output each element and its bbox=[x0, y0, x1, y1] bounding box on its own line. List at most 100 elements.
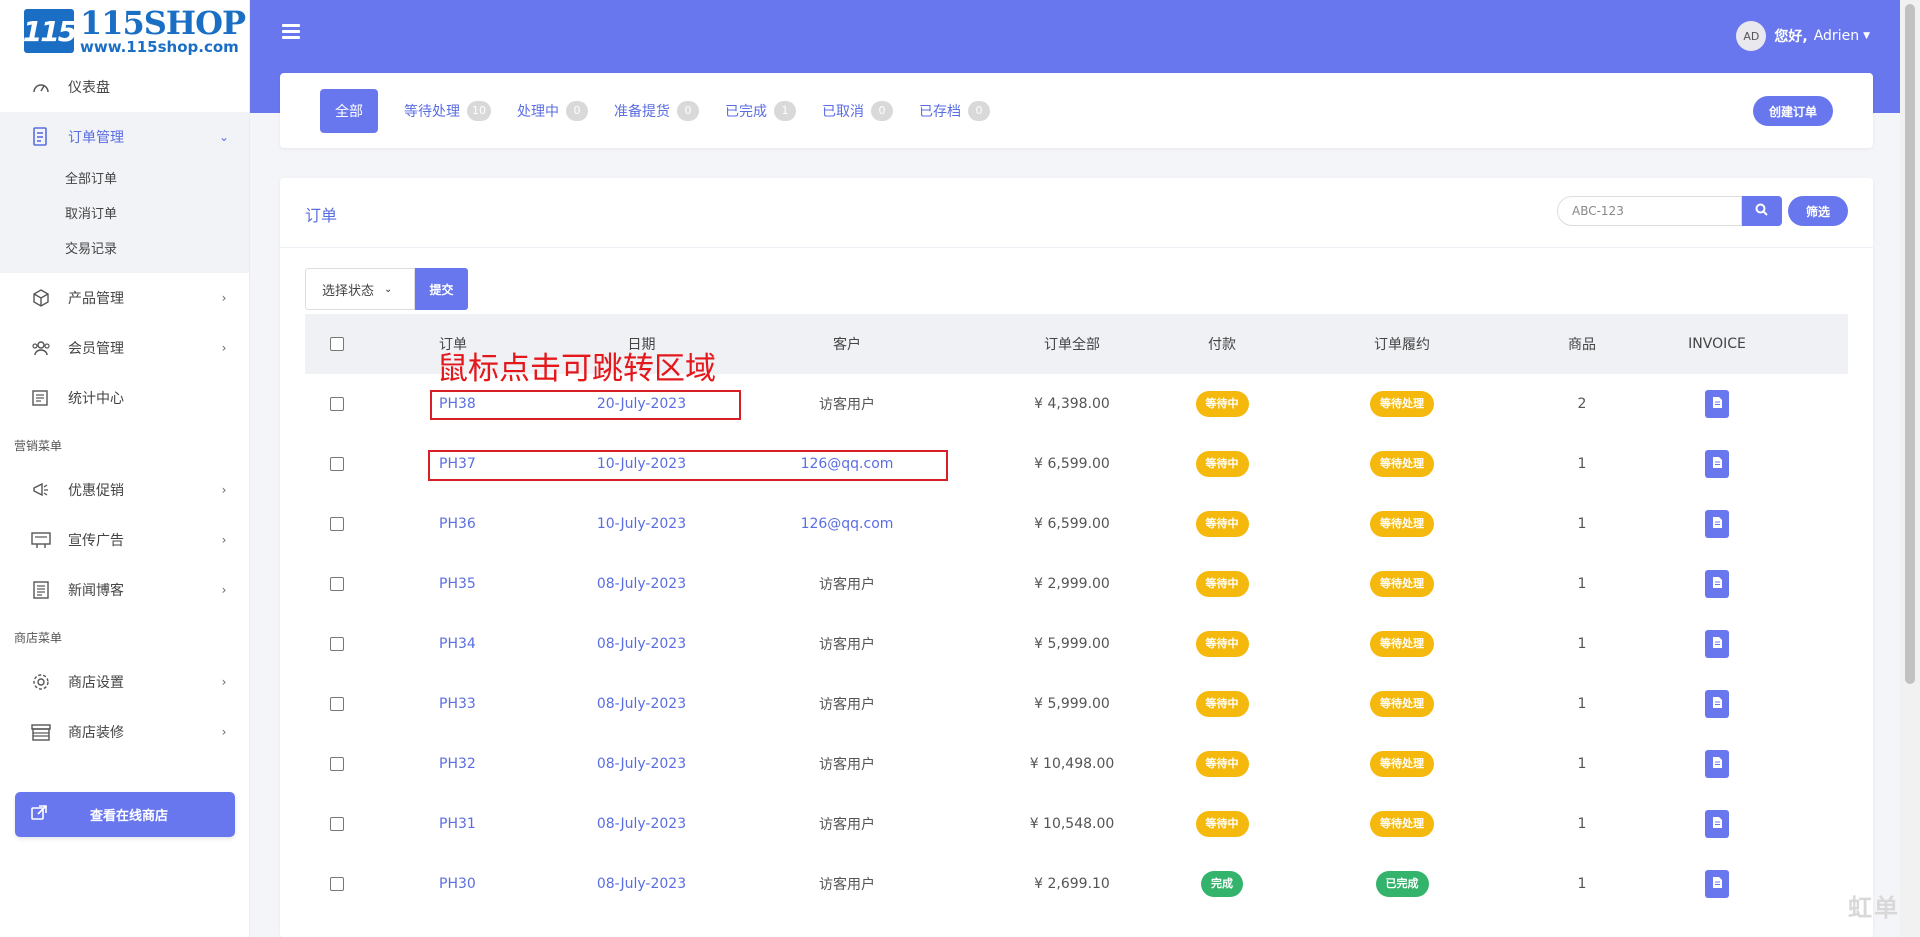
submit-button[interactable]: 提交 bbox=[415, 268, 468, 310]
sidebar-item-shop-decor[interactable]: 商店装修 › bbox=[0, 707, 249, 757]
tab-label: 已取消 bbox=[822, 103, 864, 120]
invoice-button[interactable] bbox=[1705, 390, 1729, 418]
order-id-link[interactable]: PH30 bbox=[439, 876, 476, 892]
user-menu[interactable]: AD 您好, Adrien ▼ bbox=[1736, 21, 1870, 51]
search-button[interactable] bbox=[1741, 196, 1782, 226]
sidebar-item-ads[interactable]: 宣传广告 › bbox=[0, 515, 249, 565]
sidebar-item-orders[interactable]: 订单管理 ⌄ bbox=[0, 112, 249, 162]
tab-pending[interactable]: 等待处理 10 bbox=[404, 89, 491, 133]
status-select[interactable]: 选择状态 ⌄ bbox=[305, 268, 415, 310]
row-checkbox[interactable] bbox=[330, 397, 344, 411]
fulfillment-status-badge: 等待处理 bbox=[1370, 571, 1434, 597]
order-id-link[interactable]: PH35 bbox=[439, 576, 476, 592]
row-checkbox[interactable] bbox=[330, 877, 344, 891]
sidebar-item-dashboard[interactable]: 仪表盘 bbox=[0, 62, 249, 112]
order-id-link[interactable]: PH34 bbox=[439, 636, 476, 652]
sidebar-subitem-all-orders[interactable]: 全部订单 bbox=[0, 162, 249, 197]
row-checkbox[interactable] bbox=[330, 757, 344, 771]
sidebar-item-promotions[interactable]: 优惠促销 › bbox=[0, 465, 249, 515]
tab-completed[interactable]: 已完成 1 bbox=[725, 89, 796, 133]
logo[interactable]: 115 115SHOP www.115shop.com bbox=[0, 0, 249, 62]
invoice-button[interactable] bbox=[1705, 870, 1729, 898]
column-header-fulfillment: 订单履约 bbox=[1374, 337, 1430, 353]
sidebar-item-shop-settings[interactable]: 商店设置 › bbox=[0, 657, 249, 707]
invoice-button[interactable] bbox=[1705, 570, 1729, 598]
sidebar-item-label: 新闻博客 bbox=[68, 583, 124, 599]
tab-cancelled[interactable]: 已取消 0 bbox=[822, 89, 893, 133]
sidebar-item-products[interactable]: 产品管理 › bbox=[0, 273, 249, 323]
fulfillment-status-badge: 等待处理 bbox=[1370, 391, 1434, 417]
order-id-link[interactable]: PH32 bbox=[439, 756, 476, 772]
search-input[interactable] bbox=[1556, 196, 1742, 226]
gear-icon bbox=[30, 672, 52, 692]
document-icon bbox=[1712, 396, 1723, 413]
tab-processing[interactable]: 处理中 0 bbox=[517, 89, 588, 133]
column-header-invoice: INVOICE bbox=[1688, 336, 1746, 352]
chevron-right-icon: › bbox=[221, 291, 227, 305]
order-id-link[interactable]: PH31 bbox=[439, 816, 476, 832]
invoice-button[interactable] bbox=[1705, 810, 1729, 838]
create-order-button[interactable]: 创建订单 bbox=[1752, 96, 1833, 126]
tab-label: 处理中 bbox=[517, 103, 559, 120]
column-header-customer: 客户 bbox=[833, 337, 861, 353]
fulfillment-status-badge: 已完成 bbox=[1375, 871, 1429, 897]
column-header-payment: 付款 bbox=[1208, 337, 1236, 353]
customer-cell: 访客用户 bbox=[819, 697, 875, 713]
filter-button[interactable]: 筛选 bbox=[1787, 196, 1848, 226]
order-date-link[interactable]: 08-July-2023 bbox=[597, 576, 686, 592]
customer-cell[interactable]: 126@qq.com bbox=[801, 516, 894, 532]
scrollbar-thumb[interactable] bbox=[1905, 4, 1915, 684]
order-date-link[interactable]: 08-July-2023 bbox=[597, 876, 686, 892]
order-id-link[interactable]: PH33 bbox=[439, 696, 476, 712]
sidebar-item-stats[interactable]: 统计中心 bbox=[0, 373, 249, 423]
sidebar-subitem-transactions[interactable]: 交易记录 bbox=[0, 232, 249, 267]
order-total: ¥ 2,699.10 bbox=[1034, 876, 1110, 892]
avatar: AD bbox=[1736, 21, 1767, 51]
view-online-store-button[interactable]: 查看在线商店 bbox=[15, 792, 235, 837]
row-checkbox[interactable] bbox=[330, 517, 344, 531]
order-date-link[interactable]: 08-July-2023 bbox=[597, 756, 686, 772]
customer-cell: 访客用户 bbox=[819, 577, 875, 593]
payment-status-badge: 等待中 bbox=[1195, 751, 1249, 777]
order-date-link[interactable]: 08-July-2023 bbox=[597, 816, 686, 832]
invoice-button[interactable] bbox=[1705, 690, 1729, 718]
payment-status-badge: 等待中 bbox=[1195, 571, 1249, 597]
tab-archived[interactable]: 已存档 0 bbox=[919, 89, 990, 133]
row-checkbox[interactable] bbox=[330, 817, 344, 831]
order-date-link[interactable]: 10-July-2023 bbox=[597, 516, 686, 532]
payment-status-badge: 等待中 bbox=[1195, 631, 1249, 657]
customer-cell: 访客用户 bbox=[819, 817, 875, 833]
order-id-link[interactable]: PH36 bbox=[439, 516, 476, 532]
row-checkbox[interactable] bbox=[330, 457, 344, 471]
sidebar-subitem-cancel-orders[interactable]: 取消订单 bbox=[0, 197, 249, 232]
view-online-store-label: 查看在线商店 bbox=[89, 809, 168, 824]
invoice-button[interactable] bbox=[1705, 750, 1729, 778]
order-total: ¥ 4,398.00 bbox=[1034, 396, 1110, 412]
invoice-button[interactable] bbox=[1705, 510, 1729, 538]
logo-mark: 115 bbox=[23, 9, 77, 53]
row-checkbox[interactable] bbox=[330, 697, 344, 711]
count-badge: 0 bbox=[968, 100, 990, 121]
tab-ready-pickup[interactable]: 准备提货 0 bbox=[614, 89, 699, 133]
customer-cell: 访客用户 bbox=[819, 877, 875, 893]
invoice-button[interactable] bbox=[1705, 630, 1729, 658]
tab-all[interactable]: 全部 bbox=[320, 88, 378, 133]
order-date-link[interactable]: 08-July-2023 bbox=[597, 696, 686, 712]
select-all-checkbox[interactable] bbox=[330, 337, 344, 351]
order-total: ¥ 10,498.00 bbox=[1029, 756, 1115, 772]
menu-toggle-icon[interactable] bbox=[282, 24, 300, 44]
scrollbar[interactable] bbox=[1900, 0, 1920, 937]
customer-cell: 访客用户 bbox=[819, 397, 875, 413]
report-icon bbox=[30, 388, 52, 408]
row-checkbox[interactable] bbox=[330, 637, 344, 651]
invoice-button[interactable] bbox=[1705, 450, 1729, 478]
row-checkbox[interactable] bbox=[330, 577, 344, 591]
item-count: 1 bbox=[1577, 876, 1587, 892]
order-date-link[interactable]: 08-July-2023 bbox=[597, 636, 686, 652]
sidebar-item-news[interactable]: 新闻博客 › bbox=[0, 565, 249, 615]
item-count: 1 bbox=[1577, 576, 1587, 592]
box-icon bbox=[30, 288, 52, 308]
count-badge: 0 bbox=[566, 100, 588, 121]
sidebar-item-members[interactable]: 会员管理 › bbox=[0, 323, 249, 373]
payment-status-badge: 等待中 bbox=[1195, 691, 1249, 717]
